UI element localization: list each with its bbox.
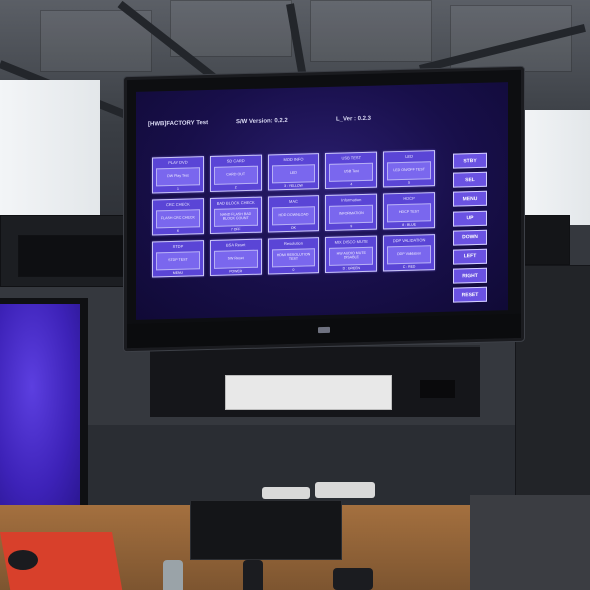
side-button-left[interactable]: LEFT: [453, 248, 487, 265]
background-monitor: [18, 235, 130, 277]
side-button-right[interactable]: RIGHT: [453, 267, 487, 284]
desk-corner: [470, 495, 590, 590]
power-strip: [315, 482, 375, 498]
card-button[interactable]: DDP Validation: [387, 245, 431, 265]
remote-control: [333, 568, 373, 590]
card-button[interactable]: INFORMATION: [329, 204, 374, 224]
card-button[interactable]: HDMI RESOLUTION TEST: [271, 248, 316, 268]
left-window: [0, 80, 100, 230]
tv-logo-icon: [318, 326, 330, 334]
test-menu-card[interactable]: Resolution HDMI RESOLUTION TEST 0: [267, 237, 320, 275]
card-key-label: D : GREEN: [342, 266, 360, 271]
card-button[interactable]: FLASH CRC CHECK: [156, 209, 200, 229]
test-menu-card[interactable]: MIX DISCO MUTE HW AUDIO MUTE DISABLE D : G…: [325, 235, 378, 273]
card-button[interactable]: STDP TEST: [156, 251, 200, 271]
side-button-stby[interactable]: STBY: [453, 152, 487, 169]
card-button[interactable]: LED ON/OFF TEST: [387, 161, 431, 181]
card-key-label: POWER: [229, 269, 243, 274]
left-monitor-screen: [0, 304, 80, 511]
set-top-box: [190, 500, 342, 560]
card-key-label: 8 : BLUE: [402, 222, 416, 227]
card-button[interactable]: LED: [271, 164, 316, 184]
test-menu-card[interactable]: BAD BLOCK CHECK NAND FLASH BAD BLOCK COUN…: [209, 196, 262, 234]
test-menu-card[interactable]: MAC HDD DOWNLOAD OK: [267, 195, 320, 233]
mouse: [8, 550, 38, 570]
ceiling-panel: [170, 0, 292, 57]
side-button-down[interactable]: DOWN: [453, 229, 487, 246]
sw-version: S/W Version: 0.2.2: [236, 117, 288, 126]
remote-control: [243, 560, 263, 590]
card-key-label: OK: [291, 225, 296, 230]
card-button[interactable]: USB Test: [329, 162, 374, 182]
remote-key-column: STBY SEL MENU UP DOWN LEFT RIGHT RESET: [453, 152, 487, 303]
test-menu-card[interactable]: HDCP HDCP TEST 8 : BLUE: [383, 192, 435, 230]
side-button-reset[interactable]: RESET: [453, 287, 487, 303]
test-menu-card[interactable]: STDP STDP TEST MENU: [152, 240, 204, 278]
card-key-label: 2: [234, 185, 237, 190]
test-menu-card[interactable]: Information INFORMATION 9: [325, 193, 378, 231]
card-key-label: C : RED: [402, 264, 416, 269]
card-key-label: 9: [350, 224, 353, 229]
card-button[interactable]: HDCP TEST: [387, 203, 431, 223]
background-monitor: [520, 215, 570, 265]
equipment-rack: [515, 265, 590, 497]
l-version: L_Ver : 0.2.3: [336, 115, 372, 123]
cable-device: [262, 487, 310, 499]
office-scene: [HWB]FACTORY Test S/W Version: 0.2.2 L_V…: [0, 0, 590, 590]
side-button-menu[interactable]: MENU: [453, 191, 487, 207]
tv-screen: [HWB]FACTORY Test S/W Version: 0.2.2 L_V…: [136, 82, 508, 320]
remote-control: [163, 560, 183, 590]
side-button-sel[interactable]: SEL: [453, 171, 487, 188]
tv-monitor: [HWB]FACTORY Test S/W Version: 0.2.2 L_V…: [124, 66, 524, 352]
ceiling-panel: [310, 0, 432, 62]
test-menu-grid: PLAY DVD DW Play Test 1 SD CARD CARD OUT 2 MOD…: [152, 150, 435, 278]
test-menu-card[interactable]: MOD INFO LED 3 : YELLOW: [267, 153, 320, 191]
foam-block: [225, 375, 392, 410]
test-menu-card[interactable]: BSA Reset SW Reset POWER: [209, 238, 262, 276]
card-button[interactable]: DW Play Test: [156, 167, 200, 187]
card-key-label: 4: [350, 182, 353, 187]
factory-test-title: [HWB]FACTORY Test: [148, 120, 209, 128]
card-key-label: MENU: [172, 270, 183, 275]
test-menu-card[interactable]: USB TEST USB Test 4: [325, 151, 378, 189]
card-key-label: 1: [176, 186, 179, 191]
card-button[interactable]: NAND FLASH BAD BLOCK COUNT: [213, 207, 258, 227]
card-key-label: 6: [176, 228, 179, 233]
card-button[interactable]: SW Reset: [213, 249, 258, 269]
test-menu-card[interactable]: PLAY DVD DW Play Test 1: [152, 156, 204, 194]
test-menu-card[interactable]: CRC CHECK FLASH CRC CHECK 6: [152, 198, 204, 236]
left-monitor: [0, 298, 88, 523]
test-menu-card[interactable]: LED LED ON/OFF TEST 5: [383, 150, 435, 188]
test-menu-card[interactable]: DDP VALIDATION DDP Validation C : RED: [383, 234, 435, 272]
card-button[interactable]: CARD OUT: [213, 165, 258, 185]
card-key-label: 0: [292, 267, 295, 272]
router: [420, 380, 455, 398]
test-menu-card[interactable]: SD CARD CARD OUT 2: [209, 154, 262, 192]
card-key-label: 7 OFF: [230, 227, 241, 232]
card-key-label: 5: [408, 180, 411, 185]
side-button-up[interactable]: UP: [453, 210, 487, 227]
card-button[interactable]: HW AUDIO MUTE DISABLE: [329, 246, 374, 266]
card-key-label: 3 : YELLOW: [284, 183, 303, 189]
card-button[interactable]: HDD DOWNLOAD: [271, 206, 316, 226]
